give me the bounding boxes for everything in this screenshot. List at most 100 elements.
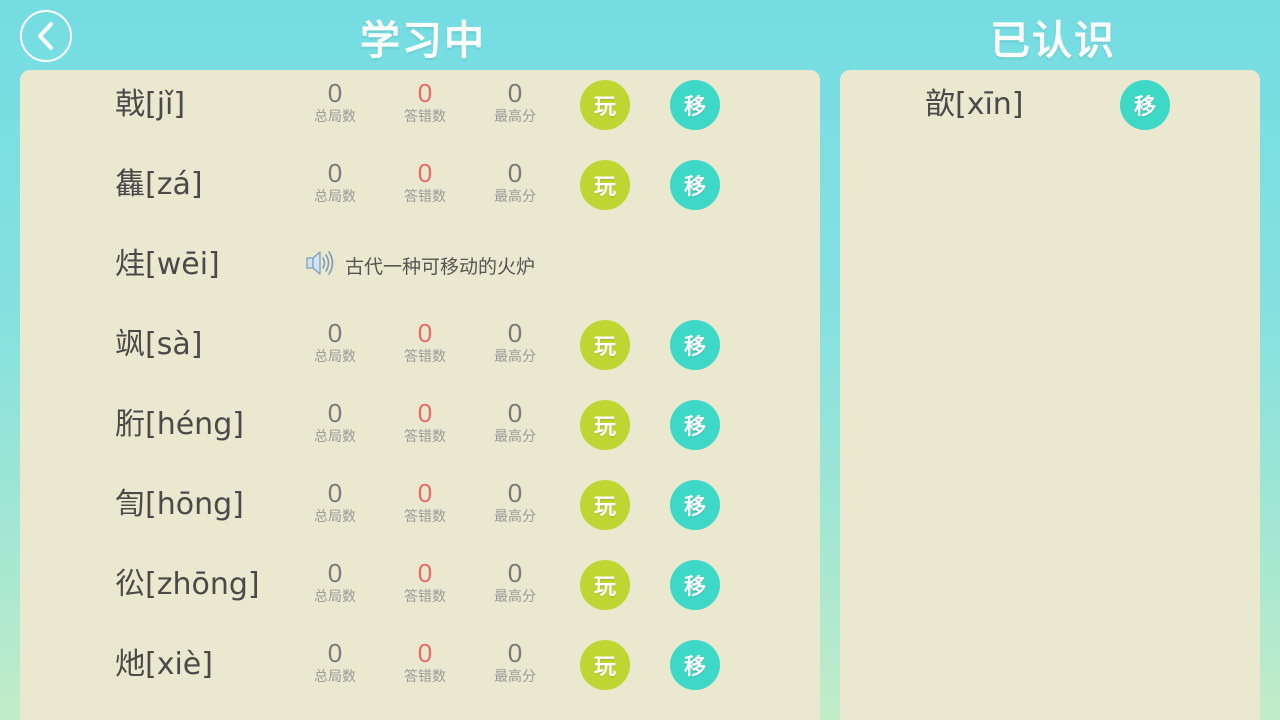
learning-row: 訇[hōng] 0 总局数 0 答错数 0 最高分 玩 移 [20, 470, 820, 550]
play-button[interactable]: 玩 [580, 560, 630, 610]
total-games-value: 0 [327, 398, 343, 428]
move-button[interactable]: 移 [670, 480, 720, 530]
total-games-value: 0 [327, 78, 343, 108]
move-button[interactable]: 移 [670, 400, 720, 450]
wrong-count-stat: 0 答错数 [390, 478, 460, 526]
play-button[interactable]: 玩 [580, 640, 630, 690]
best-score-label: 最高分 [494, 509, 536, 525]
word-label: 歆[xīn] [925, 87, 1024, 122]
total-games-value: 0 [327, 638, 343, 668]
learning-row: 雥[zá] 0 总局数 0 答错数 0 最高分 玩 移 [20, 150, 820, 230]
best-score-label: 最高分 [494, 589, 536, 605]
play-button[interactable]: 玩 [580, 160, 630, 210]
wrong-count-value: 0 [417, 638, 433, 668]
best-score-value: 0 [507, 478, 523, 508]
word-label: 灺[xiè] [115, 647, 213, 682]
best-score-label: 最高分 [494, 109, 536, 125]
best-score-value: 0 [507, 158, 523, 188]
total-games-label: 总局数 [314, 349, 356, 365]
best-score-label: 最高分 [494, 669, 536, 685]
total-games-label: 总局数 [314, 429, 356, 445]
wrong-count-value: 0 [417, 318, 433, 348]
learning-row: 彸[zhōng] 0 总局数 0 答错数 0 最高分 玩 移 [20, 550, 820, 630]
best-score-stat: 0 最高分 [480, 158, 550, 206]
total-games-label: 总局数 [314, 509, 356, 525]
word-label: 胻[héng] [115, 407, 244, 442]
wrong-count-value: 0 [417, 478, 433, 508]
total-games-value: 0 [327, 158, 343, 188]
total-games-stat: 0 总局数 [300, 398, 370, 446]
play-button[interactable]: 玩 [580, 320, 630, 370]
wrong-count-label: 答错数 [404, 349, 446, 365]
total-games-stat: 0 总局数 [300, 78, 370, 126]
wrong-count-label: 答错数 [404, 429, 446, 445]
learning-row: 灺[xiè] 0 总局数 0 答错数 0 最高分 玩 移 [20, 630, 820, 710]
best-score-value: 0 [507, 398, 523, 428]
move-button[interactable]: 移 [1120, 80, 1170, 130]
wrong-count-label: 答错数 [404, 189, 446, 205]
play-button[interactable]: 玩 [580, 480, 630, 530]
best-score-value: 0 [507, 558, 523, 588]
wrong-count-value: 0 [417, 78, 433, 108]
learning-title: 学习中 [360, 18, 486, 64]
known-row: 歆[xīn] 移 [840, 70, 1260, 150]
wrong-count-label: 答错数 [404, 669, 446, 685]
best-score-value: 0 [507, 78, 523, 108]
move-button[interactable]: 移 [670, 80, 720, 130]
wrong-count-value: 0 [417, 558, 433, 588]
move-button[interactable]: 移 [670, 560, 720, 610]
known-title: 已认识 [990, 18, 1116, 64]
best-score-stat: 0 最高分 [480, 558, 550, 606]
definition-text: 古代一种可移动的火炉 [345, 255, 536, 278]
best-score-stat: 0 最高分 [480, 318, 550, 366]
total-games-stat: 0 总局数 [300, 318, 370, 366]
total-games-stat: 0 总局数 [300, 558, 370, 606]
learning-panel[interactable]: 戟[jǐ] 0 总局数 0 答错数 0 最高分 玩 移 雥[zá] 0 总局数 … [20, 70, 820, 720]
wrong-count-stat: 0 答错数 [390, 558, 460, 606]
wrong-count-stat: 0 答错数 [390, 78, 460, 126]
back-button[interactable] [20, 10, 72, 62]
learning-row: 胻[héng] 0 总局数 0 答错数 0 最高分 玩 移 [20, 390, 820, 470]
total-games-label: 总局数 [314, 189, 356, 205]
best-score-label: 最高分 [494, 189, 536, 205]
word-label: 飒[sà] [115, 327, 203, 362]
total-games-label: 总局数 [314, 109, 356, 125]
play-button[interactable]: 玩 [580, 80, 630, 130]
word-label: 訇[hōng] [115, 487, 244, 522]
wrong-count-value: 0 [417, 158, 433, 188]
total-games-stat: 0 总局数 [300, 478, 370, 526]
known-panel[interactable]: 歆[xīn] 移 [840, 70, 1260, 720]
learning-row: 飒[sà] 0 总局数 0 答错数 0 最高分 玩 移 [20, 310, 820, 390]
wrong-count-label: 答错数 [404, 589, 446, 605]
definition: 古代一种可移动的火炉 [305, 250, 535, 280]
move-button[interactable]: 移 [670, 320, 720, 370]
best-score-value: 0 [507, 638, 523, 668]
move-button[interactable]: 移 [670, 160, 720, 210]
word-label: 雥[zá] [115, 167, 203, 202]
total-games-stat: 0 总局数 [300, 638, 370, 686]
best-score-value: 0 [507, 318, 523, 348]
total-games-label: 总局数 [314, 589, 356, 605]
wrong-count-stat: 0 答错数 [390, 318, 460, 366]
best-score-stat: 0 最高分 [480, 638, 550, 686]
wrong-count-stat: 0 答错数 [390, 638, 460, 686]
best-score-stat: 0 最高分 [480, 478, 550, 526]
word-label: 烓[wēi] [115, 247, 220, 282]
learning-row: 戟[jǐ] 0 总局数 0 答错数 0 最高分 玩 移 [20, 70, 820, 150]
total-games-value: 0 [327, 318, 343, 348]
wrong-count-stat: 0 答错数 [390, 158, 460, 206]
play-button[interactable]: 玩 [580, 400, 630, 450]
total-games-value: 0 [327, 478, 343, 508]
word-label: 彸[zhōng] [115, 567, 260, 602]
speaker-icon[interactable] [305, 248, 335, 283]
total-games-label: 总局数 [314, 669, 356, 685]
total-games-value: 0 [327, 558, 343, 588]
best-score-label: 最高分 [494, 429, 536, 445]
best-score-stat: 0 最高分 [480, 78, 550, 126]
best-score-label: 最高分 [494, 349, 536, 365]
best-score-stat: 0 最高分 [480, 398, 550, 446]
move-button[interactable]: 移 [670, 640, 720, 690]
wrong-count-label: 答错数 [404, 109, 446, 125]
wrong-count-label: 答错数 [404, 509, 446, 525]
learning-row: 烓[wēi] 古代一种可移动的火炉 [20, 230, 820, 310]
